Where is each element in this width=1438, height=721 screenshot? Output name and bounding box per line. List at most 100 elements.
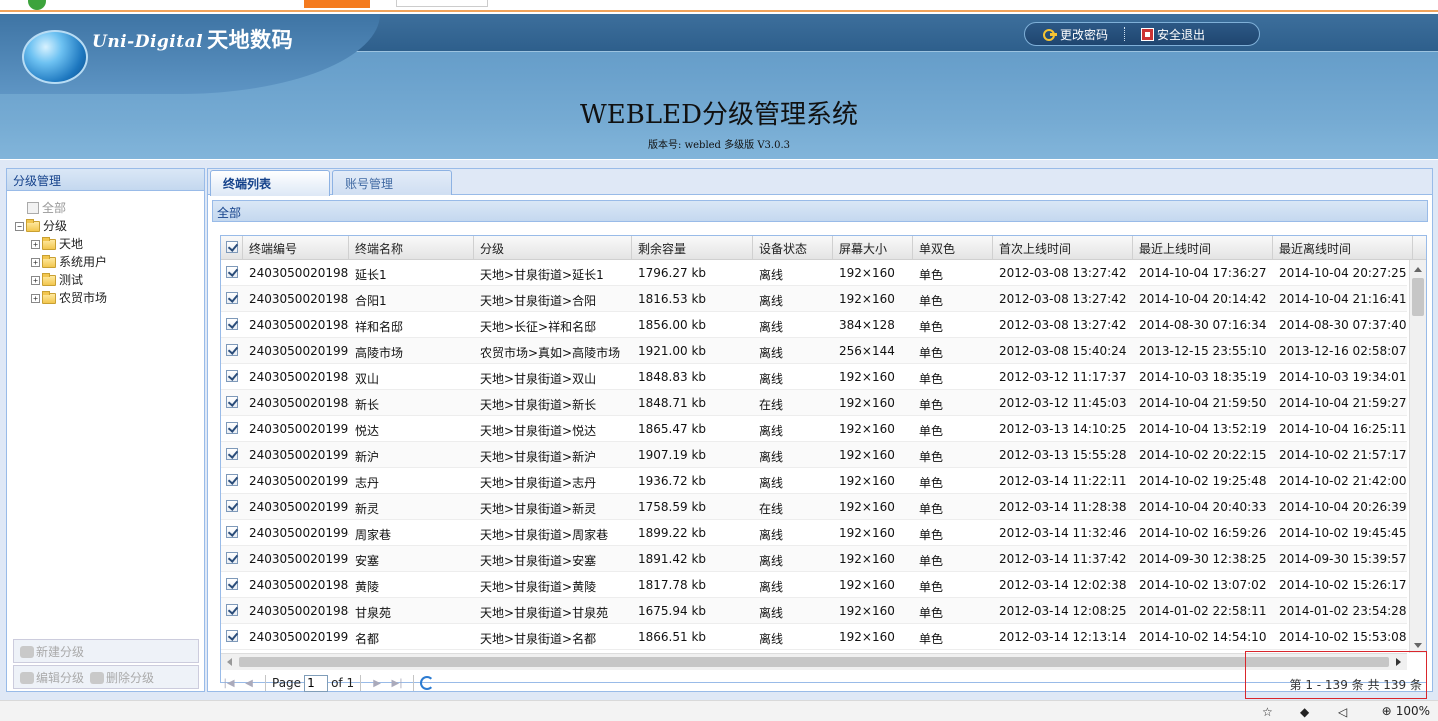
table-cell: 192×160 <box>839 396 895 410</box>
table-row[interactable]: 240305002019936 志丹 天地>甘泉街道>志丹 1936.72 kb 离线 1… <box>221 468 1407 494</box>
column-header[interactable]: 单双色 <box>913 236 993 259</box>
column-header[interactable]: 首次上线时间 <box>993 236 1133 259</box>
table-row[interactable]: 240305002019933 高陵市场 农贸市场>真如>高陵市场 1921.00 k… <box>221 338 1407 364</box>
table-row[interactable]: 240305002019939 新灵 天地>甘泉街道>新灵 1758.59 kb 在线 1… <box>221 494 1407 520</box>
tree-item-child[interactable]: + 系统用户 <box>15 253 204 271</box>
row-checkbox[interactable] <box>221 286 243 312</box>
column-header[interactable]: 终端名称 <box>349 236 474 259</box>
favorite-icon[interactable]: ☆ <box>1262 705 1276 719</box>
table-cell: 2014-10-02 15:53:08 <box>1279 630 1407 644</box>
change-password-label: 更改密码 <box>1060 27 1109 42</box>
next-page-icon[interactable]: ▶ <box>369 675 385 691</box>
divider <box>1124 27 1126 41</box>
security-icon[interactable]: ◆ <box>1300 705 1314 719</box>
tree-item-all[interactable]: 全部 <box>15 199 204 217</box>
browser-tab[interactable] <box>396 0 488 7</box>
tree-item-root[interactable]: − 分级 <box>15 217 204 235</box>
expand-icon[interactable]: + <box>31 257 40 267</box>
column-header[interactable]: 分级 <box>474 236 632 259</box>
tree-item-child[interactable]: + 天地 <box>15 235 204 253</box>
table-cell: 天地>甘泉街道>安塞 <box>480 554 597 568</box>
tab-bar: 终端列表 账号管理 <box>208 169 1432 196</box>
table-row[interactable]: 240305002019846 黄陵 天地>甘泉街道>黄陵 1817.78 kb 离线 1… <box>221 572 1407 598</box>
scroll-up-icon[interactable] <box>1414 267 1422 272</box>
new-group-button[interactable]: 新建分级 <box>20 643 84 660</box>
select-all-checkbox[interactable] <box>221 236 243 259</box>
logout-link[interactable]: 安全退出 <box>1141 26 1205 43</box>
new-group-label: 新建分级 <box>36 644 85 659</box>
row-checkbox[interactable] <box>221 312 243 338</box>
column-header[interactable]: 终端编号 <box>243 236 349 259</box>
table-row[interactable]: 240305002019841 祥和名邸 天地>长征>祥和名邸 1856.00 kb 离… <box>221 312 1407 338</box>
first-page-icon[interactable]: |◀ <box>221 675 237 691</box>
row-checkbox[interactable] <box>221 572 243 598</box>
column-header[interactable]: 屏幕大小 <box>833 236 913 259</box>
expand-icon[interactable]: + <box>31 275 40 285</box>
row-checkbox[interactable] <box>221 364 243 390</box>
row-checkbox[interactable] <box>221 546 243 572</box>
table-row[interactable]: 240305002019921 安塞 天地>甘泉街道>安塞 1891.42 kb 离线 1… <box>221 546 1407 572</box>
last-page-icon[interactable]: ▶| <box>389 675 405 691</box>
expand-icon[interactable]: + <box>31 293 40 303</box>
table-cell: 甘泉苑 <box>355 606 392 620</box>
page-label: Page <box>272 676 302 690</box>
row-checkbox[interactable] <box>221 442 243 468</box>
table-row[interactable]: 240305002019851 延长1 天地>甘泉街道>延长1 1796.27 kb 离… <box>221 260 1407 286</box>
tab-account-management[interactable]: 账号管理 <box>332 170 452 195</box>
row-checkbox[interactable] <box>221 520 243 546</box>
table-cell: 天地>甘泉街道>新灵 <box>480 502 597 516</box>
table-row[interactable]: 240305002019922 悦达 天地>甘泉街道>悦达 1865.47 kb 离线 1… <box>221 416 1407 442</box>
table-cell: 2014-10-04 17:36:27 <box>1139 266 1267 280</box>
tree-item-label: 全部 <box>42 201 67 215</box>
edit-group-button[interactable]: 编辑分级 <box>20 669 84 686</box>
table-cell: 2013-12-16 02:58:07 <box>1279 344 1407 358</box>
column-header[interactable]: 剩余容量 <box>632 236 753 259</box>
sound-icon[interactable]: ◁ <box>1338 705 1352 719</box>
refresh-icon[interactable] <box>420 676 435 690</box>
zoom-control[interactable]: ⊕ 100% <box>1382 704 1430 718</box>
row-checkbox[interactable] <box>221 624 243 650</box>
table-cell: 1891.42 kb <box>638 552 707 566</box>
row-checkbox[interactable] <box>221 416 243 442</box>
tab-terminal-list[interactable]: 终端列表 <box>210 170 330 196</box>
table-cell: 384×128 <box>839 318 895 332</box>
row-checkbox[interactable] <box>221 598 243 624</box>
expand-icon[interactable]: + <box>31 239 40 249</box>
table-row[interactable]: 240305002019940 周家巷 天地>甘泉街道>周家巷 1899.22 kb 离… <box>221 520 1407 546</box>
vertical-scrollbar[interactable] <box>1409 260 1426 653</box>
page-number-input[interactable] <box>304 674 329 692</box>
scroll-thumb[interactable] <box>239 657 1389 667</box>
column-header[interactable]: 设备状态 <box>753 236 833 259</box>
row-checkbox[interactable] <box>221 468 243 494</box>
change-password-link[interactable]: 更改密码 <box>1043 26 1108 43</box>
scroll-down-icon[interactable] <box>1414 643 1422 648</box>
table-cell: 240305002019841 <box>249 318 349 332</box>
table-cell: 2012-03-08 13:27:42 <box>999 318 1127 332</box>
row-checkbox[interactable] <box>221 260 243 286</box>
table-cell: 1817.78 kb <box>638 578 707 592</box>
column-header[interactable]: 最近上线时间 <box>1133 236 1273 259</box>
prev-page-icon[interactable]: ◀ <box>241 675 257 691</box>
table-row[interactable]: 240305002019935 新沪 天地>甘泉街道>新沪 1907.19 kb 离线 1… <box>221 442 1407 468</box>
table-cell: 2014-10-03 19:34:01 <box>1279 370 1407 384</box>
table-row[interactable]: 240305002019849 甘泉苑 天地>甘泉街道>甘泉苑 1675.94 kb 离… <box>221 598 1407 624</box>
table-row[interactable]: 240305002019924 名都 天地>甘泉街道>名都 1866.51 kb 离线 1… <box>221 624 1407 650</box>
row-checkbox[interactable] <box>221 494 243 520</box>
row-checkbox[interactable] <box>221 390 243 416</box>
table-row[interactable]: 240305002019847 新长 天地>甘泉街道>新长 1848.71 kb 在线 1… <box>221 390 1407 416</box>
browser-tab-highlight[interactable] <box>304 0 370 8</box>
scroll-thumb[interactable] <box>1412 278 1424 316</box>
table-cell: 240305002019933 <box>249 344 349 358</box>
scroll-left-icon[interactable] <box>227 658 232 666</box>
table-row[interactable]: 240305002019839 合阳1 天地>甘泉街道>合阳 1816.53 kb 离线… <box>221 286 1407 312</box>
horizontal-scrollbar[interactable] <box>221 653 1407 670</box>
page-title: WEBLED分级管理系统 <box>580 100 858 130</box>
collapse-icon[interactable]: − <box>15 221 24 231</box>
delete-group-button[interactable]: 删除分级 <box>90 669 154 686</box>
column-header[interactable]: 最近离线时间 <box>1273 236 1413 259</box>
table-row[interactable]: 240305002019843 双山 天地>甘泉街道>双山 1848.83 kb 离线 1… <box>221 364 1407 390</box>
table-cell: 240305002019843 <box>249 370 349 384</box>
tree-item-child[interactable]: + 农贸市场 <box>15 289 204 307</box>
tree-item-child[interactable]: + 测试 <box>15 271 204 289</box>
row-checkbox[interactable] <box>221 338 243 364</box>
